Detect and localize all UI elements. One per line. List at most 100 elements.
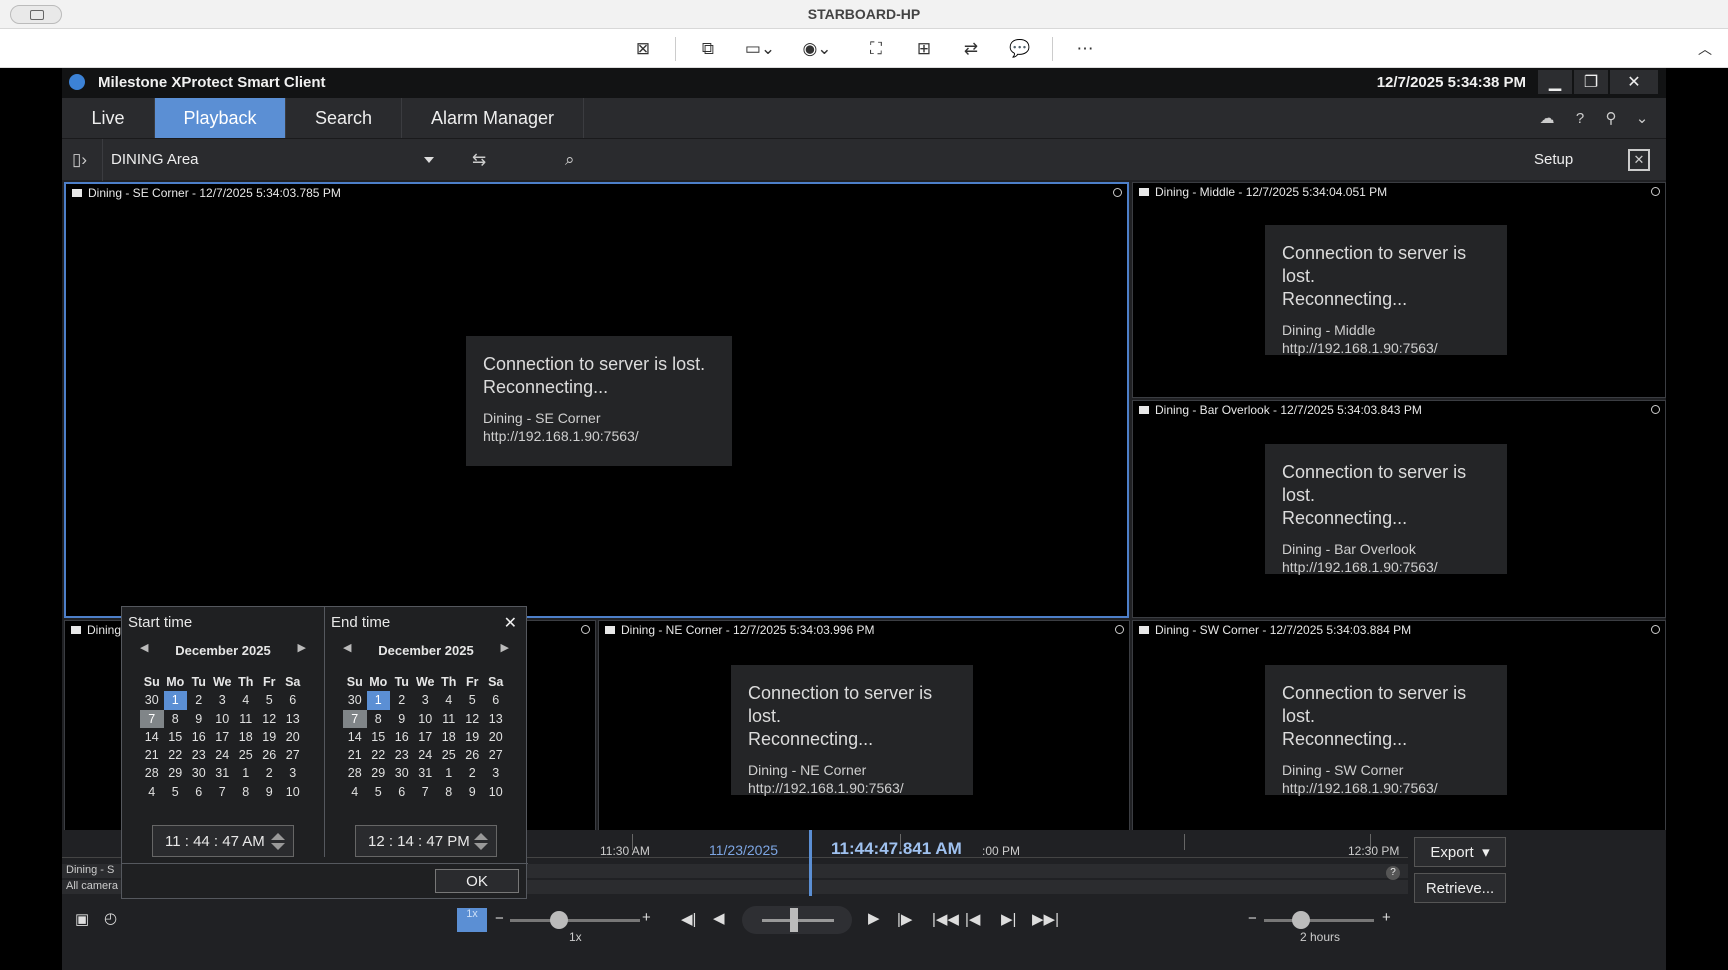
calendar-day[interactable]: 27 [281,746,305,764]
switch-display-icon[interactable]: ⧉ [696,38,720,60]
time-span-thumb[interactable] [1292,911,1310,929]
calendar-day[interactable]: 10 [211,710,235,728]
status-ring-icon[interactable] [1651,187,1660,196]
calendar-day[interactable]: 7 [211,783,235,801]
status-ring-icon[interactable] [1651,625,1660,634]
calendar-day[interactable]: 29 [164,764,188,782]
minimize-button[interactable]: ▁ [1538,70,1572,94]
calendar-day[interactable]: 10 [484,783,508,801]
last-sequence-icon[interactable]: ▶▶| [1032,910,1059,928]
calendar-day[interactable]: 10 [281,783,305,801]
calendar-day[interactable]: 5 [258,691,282,709]
speed-slider-thumb[interactable] [550,911,568,929]
calendar-day[interactable]: 1 [163,691,187,710]
timeline-help-icon[interactable]: ? [1386,866,1400,880]
calendar-day[interactable]: 9 [390,710,414,728]
calendar-day[interactable]: 9 [187,710,211,728]
chevron-down-icon[interactable]: ⌄ [1632,108,1652,128]
multi-monitor-icon[interactable]: ⊞ [912,38,936,60]
calendar-day[interactable]: 17 [211,728,235,746]
calendar-day[interactable]: 2 [390,691,414,709]
calendar-day[interactable]: 11 [437,710,461,728]
camera-tile-se-corner[interactable]: Dining - SE Corner - 12/7/2025 5:34:03.7… [64,182,1129,618]
monitor-select-icon[interactable]: ▭⌄ [745,38,775,60]
retrieve-button[interactable]: Retrieve... [1414,873,1506,903]
calendar-day[interactable]: 24 [414,746,438,764]
calendar-day[interactable]: 1 [366,691,390,710]
calendar-day[interactable]: 2 [187,691,211,709]
calendar-day[interactable]: 13 [484,710,508,728]
calendar-day[interactable]: 12 [258,710,282,728]
calendar-day[interactable]: 7 [343,709,367,728]
calendar-day[interactable]: 18 [234,728,258,746]
transfer-icon[interactable]: ⇄ [959,38,983,60]
clock-icon[interactable]: ◴ [104,909,117,927]
calendar-day[interactable]: 29 [367,764,391,782]
calendar-day[interactable]: 1 [234,764,258,782]
calendar-day[interactable]: 28 [343,764,367,782]
fullscreen-view-icon[interactable]: ✕ [1628,149,1650,171]
time-span-slider[interactable] [1264,919,1374,922]
camera-tile-sw-corner[interactable]: Dining - SW Corner - 12/7/2025 5:34:03.8… [1132,620,1666,831]
span-minus-icon[interactable]: − [1248,910,1257,927]
calendar-day[interactable]: 7 [140,709,164,728]
calendar-day[interactable]: 15 [367,728,391,746]
calendar-day[interactable]: 3 [414,691,438,709]
calendar-day[interactable]: 12 [461,710,485,728]
calendar-day[interactable]: 2 [258,764,282,782]
calendar-day[interactable]: 22 [367,746,391,764]
more-options-icon[interactable]: ⋯ [1073,38,1097,60]
chat-icon[interactable]: 💬 [1008,38,1032,60]
calendar-day[interactable]: 6 [281,691,305,709]
view-options-icon[interactable]: ◉⌄ [802,38,831,60]
view-selector[interactable]: DINING Area [102,139,442,181]
calendar-day[interactable]: 20 [281,728,305,746]
calendar-day[interactable]: 28 [140,764,164,782]
calendar-day[interactable]: 21 [343,746,367,764]
calendar-day[interactable]: 6 [187,783,211,801]
end-time-field[interactable]: 12 : 14 : 47 PM [355,825,497,857]
speed-badge[interactable]: 1x [457,908,487,932]
calendar-day[interactable]: 6 [390,783,414,801]
next-month-icon[interactable]: ▶ [501,641,509,654]
calendar-day[interactable]: 14 [343,728,367,746]
calendar-day[interactable]: 15 [164,728,188,746]
calendar-day[interactable]: 3 [484,764,508,782]
calendar-day[interactable]: 23 [187,746,211,764]
timeline-playhead[interactable] [809,830,812,896]
calendar-day[interactable]: 25 [437,746,461,764]
calendar-day[interactable]: 8 [234,783,258,801]
play-reverse-icon[interactable]: ◀ [713,909,725,927]
calendar-day[interactable]: 23 [390,746,414,764]
calendar-day[interactable]: 11 [234,710,258,728]
calendar-day[interactable]: 8 [164,710,188,728]
calendar-day[interactable]: 4 [234,691,258,709]
speed-slider[interactable] [510,919,640,922]
camera-pane-icon[interactable]: ▣ [75,910,89,928]
calendar-day[interactable]: 31 [211,764,235,782]
previous-sequence-icon[interactable]: ◀| [681,910,696,928]
calendar-day[interactable]: 6 [484,691,508,709]
help-icon[interactable]: ? [1570,108,1590,128]
play-forward-icon[interactable]: ▶ [868,909,880,927]
calendar-day[interactable]: 16 [187,728,211,746]
calendar-day[interactable]: 31 [414,764,438,782]
tab-search[interactable]: Search [286,98,402,138]
calendar-day[interactable]: 17 [414,728,438,746]
calendar-day[interactable]: 5 [367,783,391,801]
calendar-day[interactable]: 7 [414,783,438,801]
calendar-day[interactable]: 13 [281,710,305,728]
calendar-day[interactable]: 30 [187,764,211,782]
disconnect-icon[interactable]: ⊠ [631,38,655,60]
tab-playback[interactable]: Playback [155,98,286,138]
calendar-day[interactable]: 5 [164,783,188,801]
server-status-icon[interactable]: ☁ [1537,108,1557,128]
setup-button[interactable]: Setup [1534,151,1573,168]
calendar-day[interactable]: 14 [140,728,164,746]
calendar-day[interactable]: 16 [390,728,414,746]
ok-button[interactable]: OK [435,869,519,893]
calendar-day[interactable]: 24 [211,746,235,764]
search-view-icon[interactable]: ⌕ [565,150,575,170]
previous-frame-icon[interactable]: |◀ [965,910,980,928]
span-plus-icon[interactable]: + [1382,909,1391,926]
